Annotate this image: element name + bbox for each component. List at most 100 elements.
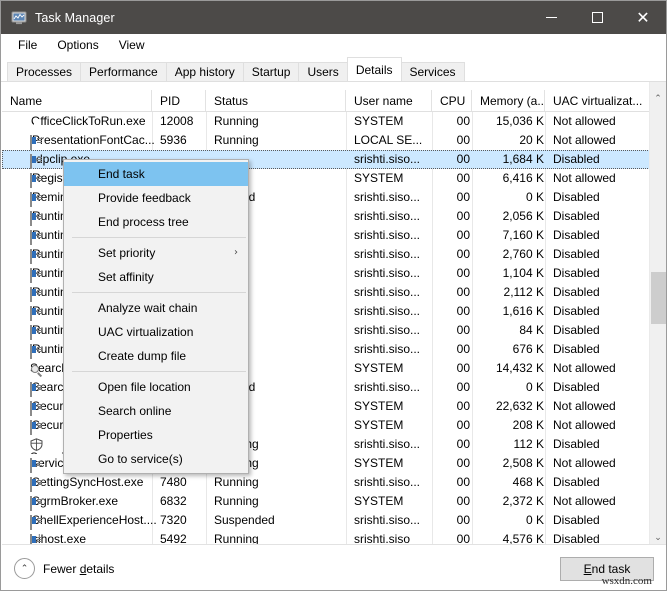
- close-button[interactable]: ✕: [620, 1, 666, 34]
- app-icon: [30, 211, 32, 226]
- app-icon: [30, 477, 32, 492]
- app-icon: [30, 382, 32, 397]
- user-cell: SYSTEM: [354, 359, 436, 378]
- cpu-cell: 00: [440, 359, 470, 378]
- scrollbar-thumb[interactable]: [651, 272, 666, 324]
- context-menu-item-analyze-wait-chain[interactable]: Analyze wait chain: [64, 296, 248, 320]
- status-cell: ed: [242, 188, 372, 207]
- column-header-uac-virtualization[interactable]: UAC virtualizat...: [545, 90, 649, 111]
- tab-details[interactable]: Details: [347, 57, 402, 81]
- uac-cell: Disabled: [553, 378, 648, 397]
- table-row[interactable]: OfficeClickToRun.exe 12008 Running SYSTE…: [2, 112, 666, 131]
- cpu-cell: 00: [440, 321, 470, 340]
- uac-cell: Disabled: [553, 226, 648, 245]
- cpu-cell: 00: [440, 169, 470, 188]
- tab-processes[interactable]: Processes: [7, 62, 81, 81]
- context-menu-item-end-task[interactable]: End task: [64, 162, 248, 186]
- memory-cell: 0 K: [474, 188, 544, 207]
- cpu-cell: 00: [440, 435, 470, 454]
- uac-cell: Not allowed: [553, 359, 648, 378]
- cpu-cell: 00: [440, 207, 470, 226]
- memory-cell: 20 K: [474, 131, 544, 150]
- context-menu-item-set-priority[interactable]: Set priority ›: [64, 241, 248, 265]
- chevron-right-icon: ›: [234, 241, 238, 265]
- vertical-scrollbar[interactable]: ⌃ ⌄: [649, 82, 666, 546]
- tab-users[interactable]: Users: [298, 62, 347, 81]
- memory-cell: 676 K: [474, 340, 544, 359]
- end-task-accel: E: [584, 562, 592, 576]
- tab-performance[interactable]: Performance: [80, 62, 167, 81]
- user-cell: SYSTEM: [354, 112, 436, 131]
- app-icon: [30, 287, 32, 302]
- tab-strip: Processes Performance App history Startu…: [1, 56, 666, 82]
- context-menu-item-end-process-tree[interactable]: End process tree: [64, 210, 248, 234]
- tab-startup[interactable]: Startup: [243, 62, 300, 81]
- maximize-button[interactable]: [574, 1, 620, 34]
- process-name-label: OfficeClickToRun.exe: [31, 114, 146, 128]
- context-menu-item-set-affinity[interactable]: Set affinity: [64, 265, 248, 289]
- memory-cell: 1,104 K: [474, 264, 544, 283]
- menu-options[interactable]: Options: [49, 36, 107, 54]
- minimize-button[interactable]: [528, 1, 574, 34]
- process-name-cell: SettingSyncHost.exe: [10, 473, 156, 492]
- window-controls: ✕: [528, 1, 666, 34]
- context-menu-item-provide-feedback[interactable]: Provide feedback: [64, 186, 248, 210]
- memory-cell: 0 K: [474, 511, 544, 530]
- app-icon: [30, 192, 32, 207]
- table-row[interactable]: SgrmBroker.exe 6832 Running SYSTEM 00 2,…: [2, 492, 666, 511]
- context-menu-separator: [72, 237, 246, 238]
- context-menu-item-search-online[interactable]: Search online: [64, 399, 248, 423]
- memory-cell: 468 K: [474, 473, 544, 492]
- watermark: wsxdn.com: [602, 575, 652, 587]
- context-menu-item-go-to-services[interactable]: Go to service(s): [64, 447, 248, 471]
- footer-bar: ⌃ Fewer details End task wsxdn.com: [2, 544, 666, 589]
- fewer-details-button[interactable]: ⌃ Fewer details: [14, 558, 114, 579]
- app-icon: [30, 230, 32, 245]
- column-header-status[interactable]: Status: [206, 90, 346, 111]
- end-task-suffix: nd task: [592, 562, 631, 576]
- pid-cell: 7480: [160, 473, 205, 492]
- user-cell: srishti.siso...: [354, 264, 436, 283]
- uac-cell: Disabled: [553, 321, 648, 340]
- user-cell: SYSTEM: [354, 454, 436, 473]
- uac-cell: Disabled: [553, 511, 648, 530]
- app-icon: [30, 135, 32, 150]
- column-header-cpu[interactable]: CPU: [432, 90, 472, 111]
- process-name-label: Remin: [32, 190, 67, 204]
- table-row[interactable]: SettingSyncHost.exe 7480 Running srishti…: [2, 473, 666, 492]
- scroll-up-button[interactable]: ⌃: [650, 90, 666, 107]
- column-header-user-name[interactable]: User name: [346, 90, 432, 111]
- uac-cell: Disabled: [553, 150, 648, 169]
- context-menu-item-uac-virtualization[interactable]: UAC virtualization: [64, 320, 248, 344]
- status-cell: Running: [214, 112, 344, 131]
- cpu-cell: 00: [440, 378, 470, 397]
- uac-cell: Not allowed: [553, 112, 648, 131]
- user-cell: srishti.siso...: [354, 188, 436, 207]
- cpu-cell: 00: [440, 264, 470, 283]
- user-cell: SYSTEM: [354, 416, 436, 435]
- cpu-cell: 00: [440, 397, 470, 416]
- context-menu-item-open-file-location[interactable]: Open file location: [64, 375, 248, 399]
- tab-services[interactable]: Services: [401, 62, 465, 81]
- menu-file[interactable]: File: [10, 36, 46, 54]
- column-header-pid[interactable]: PID: [152, 90, 206, 111]
- uac-cell: Not allowed: [553, 131, 648, 150]
- column-header-name[interactable]: Name ⌃: [2, 90, 152, 111]
- uac-cell: Not allowed: [553, 169, 648, 188]
- process-name-label: SettingSyncHost.exe: [32, 475, 143, 489]
- user-cell: srishti.siso...: [354, 283, 436, 302]
- uac-cell: Disabled: [553, 188, 648, 207]
- status-cell: ed: [242, 378, 372, 397]
- menu-view[interactable]: View: [111, 36, 154, 54]
- context-menu-item-properties[interactable]: Properties: [64, 423, 248, 447]
- context-menu-item-create-dump-file[interactable]: Create dump file: [64, 344, 248, 368]
- column-header-memory[interactable]: Memory (a...: [472, 90, 545, 111]
- user-cell: srishti.siso...: [354, 150, 436, 169]
- table-row[interactable]: ShellExperienceHost.... 7320 Suspended s…: [2, 511, 666, 530]
- user-cell: srishti.siso...: [354, 473, 436, 492]
- tab-app-history[interactable]: App history: [166, 62, 244, 81]
- cpu-cell: 00: [440, 454, 470, 473]
- user-cell: srishti.siso...: [354, 321, 436, 340]
- memory-cell: 22,632 K: [474, 397, 544, 416]
- table-row[interactable]: PresentationFontCac... 5936 Running LOCA…: [2, 131, 666, 150]
